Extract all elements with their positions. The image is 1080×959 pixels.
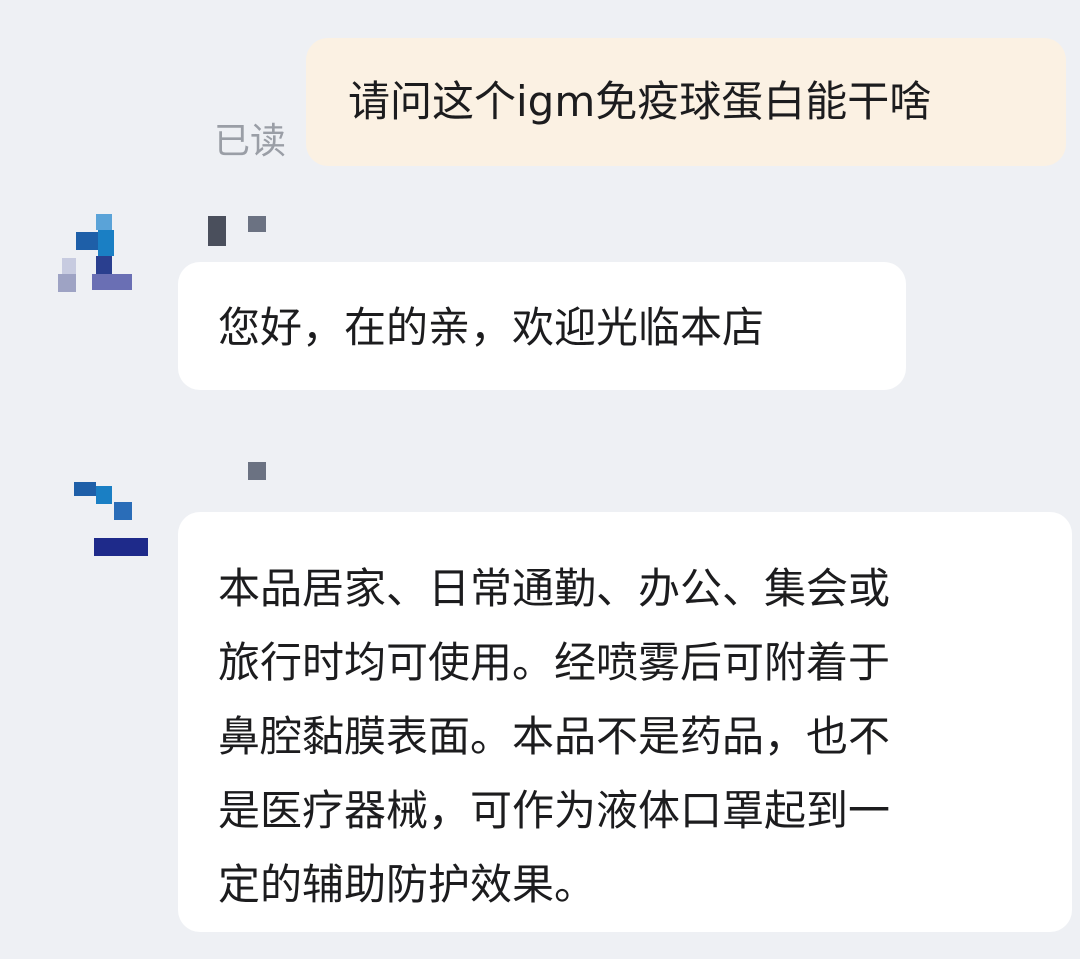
- sender-name-obscured: [160, 456, 280, 490]
- incoming-message-text: 您好，在的亲，欢迎光临本店: [218, 303, 765, 352]
- read-status: 已读: [214, 121, 287, 162]
- sender-name-obscured: [200, 212, 290, 246]
- outgoing-message-bubble[interactable]: 请问这个igm免疫球蛋白能干啥: [306, 38, 1066, 166]
- sender-avatar[interactable]: [56, 462, 152, 558]
- incoming-message-bubble[interactable]: 本品居家、日常通勤、办公、集会或 旅行时均可使用。经喷雾后可附着于 鼻腔黏膜表面…: [178, 512, 1072, 932]
- outgoing-message-text: 请问这个igm免疫球蛋白能干啥: [348, 77, 932, 126]
- sender-avatar[interactable]: [56, 208, 152, 304]
- chat-conversation: 请问这个igm免疫球蛋白能干啥 已读 您好，在的亲，欢迎光临本店 本品居家、日常…: [0, 0, 1080, 959]
- incoming-message-bubble[interactable]: 您好，在的亲，欢迎光临本店: [178, 262, 906, 390]
- incoming-message-text: 本品居家、日常通勤、办公、集会或 旅行时均可使用。经喷雾后可附着于 鼻腔黏膜表面…: [218, 564, 891, 909]
